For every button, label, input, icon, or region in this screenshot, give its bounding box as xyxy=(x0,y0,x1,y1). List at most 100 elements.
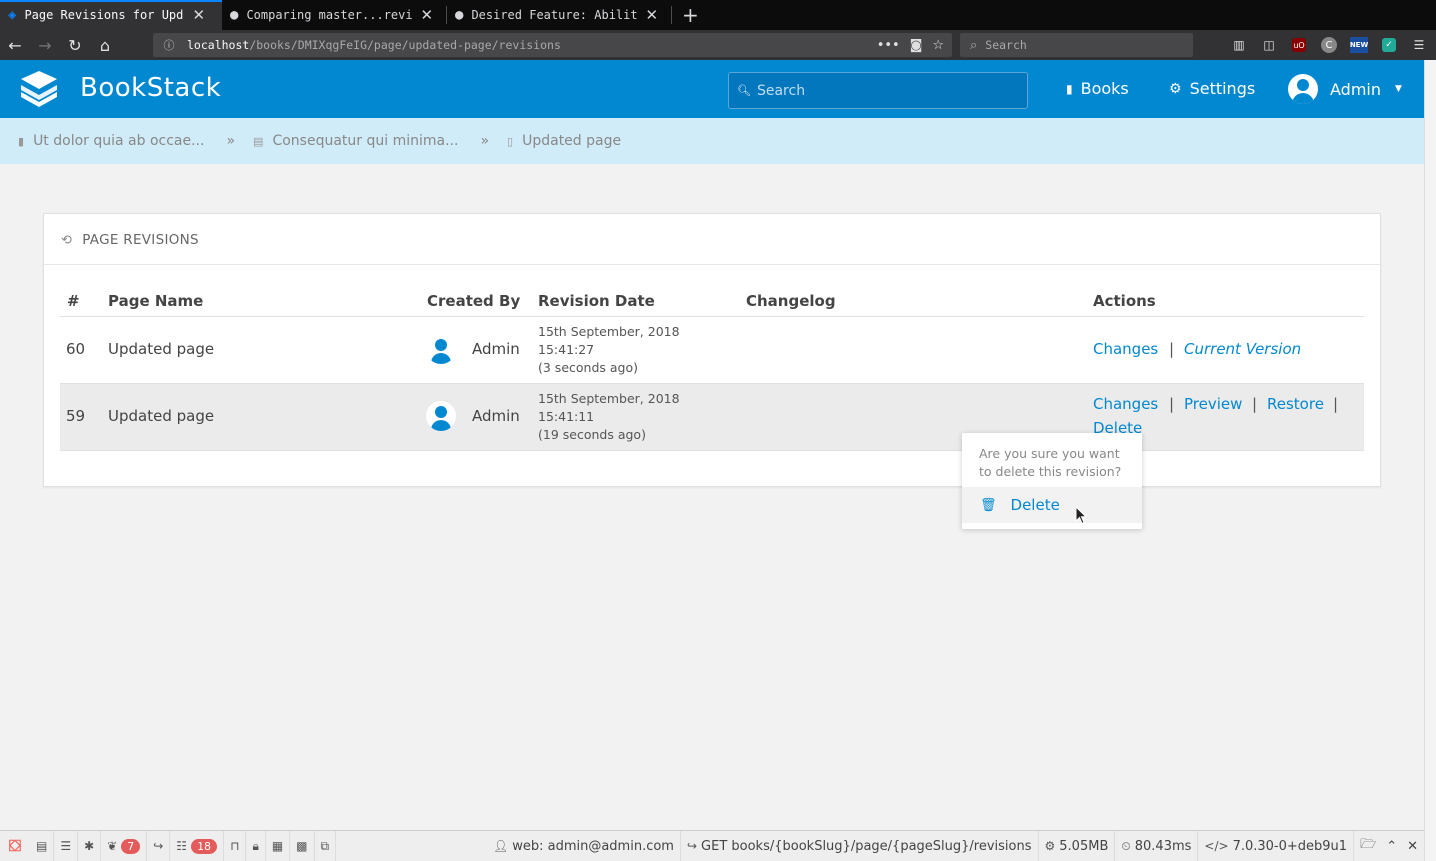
breadcrumb-separator: » xyxy=(480,133,490,149)
views-count-badge: 7 xyxy=(121,838,141,854)
back-arrow-icon[interactable]: ← xyxy=(0,36,30,55)
debug-request-tab[interactable]: ▩ xyxy=(290,830,315,861)
extension-icons: ▥ ◫ uO C NEW ✓ ☰ xyxy=(1228,35,1430,55)
ublock-icon[interactable]: uO xyxy=(1292,38,1306,52)
breadcrumb-book[interactable]: ▮ Ut dolor quia ab occae... xyxy=(18,133,204,149)
revision-id: 60 xyxy=(66,340,86,358)
header-search-input[interactable] xyxy=(756,82,1017,99)
changes-link[interactable]: Changes xyxy=(1093,395,1158,413)
close-icon[interactable]: ✕ xyxy=(1407,839,1418,854)
breadcrumb-book-label: Ut dolor quia ab occae... xyxy=(33,133,205,149)
debug-session-tab[interactable]: ▦ xyxy=(266,830,291,861)
reload-icon[interactable]: ↻ xyxy=(60,36,90,55)
extension-green-icon[interactable]: ✓ xyxy=(1382,38,1396,52)
confirm-delete-button[interactable]: 🗑︎ Delete xyxy=(962,487,1142,523)
tab-title: Comparing master...revi xyxy=(246,8,413,22)
browser-search-field[interactable]: ⌕ Search xyxy=(960,33,1193,57)
url-bar[interactable]: ⓘ localhost/books/DMIXqgFeIG/page/update… xyxy=(153,33,952,57)
revision-date-time: 15:41:27 xyxy=(538,342,595,357)
laravel-logo-icon[interactable]: ⛋ xyxy=(0,831,30,861)
debug-queries-tab[interactable]: ☷ 18 xyxy=(170,830,225,861)
debug-auth-tab[interactable]: 🔒︎ xyxy=(246,830,266,861)
revision-date-ago: (3 seconds ago) xyxy=(538,360,638,375)
page-actions-menu-icon[interactable]: ••• xyxy=(877,38,900,53)
user-menu[interactable]: Admin ▼ xyxy=(1288,74,1402,104)
action-separator: | xyxy=(1169,395,1175,413)
column-header-revision-date: Revision Date xyxy=(538,292,655,310)
revision-date: 15th September, 2018 15:41:11 (19 second… xyxy=(538,390,680,444)
close-tab-icon[interactable]: ✕ xyxy=(645,6,658,24)
page-scrollbar[interactable] xyxy=(1424,60,1436,861)
app-header: BookStack 🔍︎ ▮ Books ⚙ Settings Admin ▼ xyxy=(0,60,1424,118)
bookmark-star-icon[interactable]: ☆ xyxy=(932,38,944,53)
books-label: Books xyxy=(1080,79,1129,98)
close-tab-icon[interactable]: ✕ xyxy=(192,6,205,24)
debug-memory: 5.05MB xyxy=(1059,838,1109,854)
folder-open-icon[interactable]: 🗁 xyxy=(1360,835,1376,857)
book-icon: ▮ xyxy=(1066,81,1073,96)
pocket-icon[interactable]: ◙ xyxy=(910,38,923,53)
header-search-box[interactable]: 🔍︎ xyxy=(728,72,1028,109)
restore-link[interactable]: Restore xyxy=(1267,395,1324,413)
forward-arrow-icon[interactable]: → xyxy=(30,36,60,55)
debug-timeline-tab[interactable]: ☰ xyxy=(54,830,79,861)
debug-route-info: ↪ GET books/{bookSlug}/page/{pageSlug}/re… xyxy=(681,830,1039,861)
tab-title: Page Revisions for Upda xyxy=(24,8,185,22)
gear-icon: ⚙ xyxy=(1169,80,1182,97)
leaf-icon: ❦ xyxy=(107,839,118,853)
close-tab-icon[interactable]: ✕ xyxy=(420,6,433,24)
debug-messages-tab[interactable]: ▤ xyxy=(30,830,55,861)
queries-count-badge: 18 xyxy=(191,838,218,854)
debug-route-tab[interactable]: ↪ xyxy=(147,830,171,861)
debug-time: 80.43ms xyxy=(1134,838,1192,854)
preview-link[interactable]: Preview xyxy=(1184,395,1242,413)
extension-c-icon[interactable]: C xyxy=(1321,37,1337,53)
page-title: ⟲ PAGE REVISIONS xyxy=(61,232,199,248)
debug-time-info: ⏲ 80.43ms xyxy=(1115,830,1199,861)
bookstack-logo-icon[interactable] xyxy=(17,70,61,110)
current-version-label: Current Version xyxy=(1184,340,1302,358)
breadcrumb-page[interactable]: ▯ Updated page xyxy=(507,133,621,149)
delete-confirmation-text: Are you sure you want to delete this rev… xyxy=(979,446,1122,479)
cogs-icon: ⚙ xyxy=(1044,839,1056,853)
debug-views-tab[interactable]: ❦ 7 xyxy=(101,830,148,861)
chevron-up-icon[interactable]: ⌃ xyxy=(1386,839,1397,854)
debug-php-info: </> 7.0.30-0+deb9u1 xyxy=(1198,830,1355,861)
settings-link[interactable]: ⚙ Settings xyxy=(1169,79,1255,98)
site-info-icon[interactable]: ⓘ xyxy=(159,37,179,53)
user-avatar xyxy=(1288,74,1318,104)
github-favicon-icon: ● xyxy=(455,7,464,23)
debug-memory-info: ⚙ 5.05MB xyxy=(1039,830,1116,861)
inbox-icon: ⊓ xyxy=(230,839,240,853)
browser-search-placeholder: Search xyxy=(985,38,1027,52)
new-tab-icon[interactable]: + xyxy=(672,0,709,30)
code-icon: </> xyxy=(1204,839,1229,853)
mouse-cursor-icon xyxy=(1075,506,1088,525)
home-icon[interactable]: ⌂ xyxy=(90,36,120,55)
caret-down-icon: ▼ xyxy=(1395,84,1402,94)
changes-link[interactable]: Changes xyxy=(1093,340,1158,358)
bug-icon: ✱ xyxy=(84,839,95,853)
app-brand[interactable]: BookStack xyxy=(80,73,221,103)
debug-exceptions-tab[interactable]: ✱ xyxy=(78,830,102,861)
table-row: 60 Updated page Admin 15th September, 20… xyxy=(60,317,1364,384)
browser-tab-comparing[interactable]: ● Comparing master...revi ✕ xyxy=(222,0,446,30)
library-icon[interactable]: ▥ xyxy=(1228,35,1250,55)
action-separator: | xyxy=(1169,340,1175,358)
extension-new-icon[interactable]: NEW xyxy=(1350,37,1368,53)
hamburger-menu-icon[interactable]: ☰ xyxy=(1408,35,1430,55)
sidebar-icon[interactable]: ◫ xyxy=(1258,35,1280,55)
share-icon: ↪ xyxy=(686,839,698,853)
lock-icon: 🔒︎ xyxy=(252,838,259,853)
browser-tab-desired-feature[interactable]: ● Desired Feature: Abilit ✕ xyxy=(447,0,671,30)
breadcrumb-chapter[interactable]: ▤ Consequatur qui minima... xyxy=(253,133,458,149)
avatar xyxy=(426,334,456,364)
action-separator: | xyxy=(1252,395,1258,413)
browser-tab-revisions[interactable]: ◈ Page Revisions for Upda ✕ xyxy=(0,0,222,30)
avatar xyxy=(426,401,456,431)
search-icon: 🔍︎ xyxy=(737,84,751,97)
debug-tags-tab[interactable]: ⧉ xyxy=(315,830,337,861)
debug-mails-tab[interactable]: ⊓ xyxy=(224,830,247,861)
books-link[interactable]: ▮ Books xyxy=(1066,79,1129,98)
search-icon: ⌕ xyxy=(970,37,978,53)
